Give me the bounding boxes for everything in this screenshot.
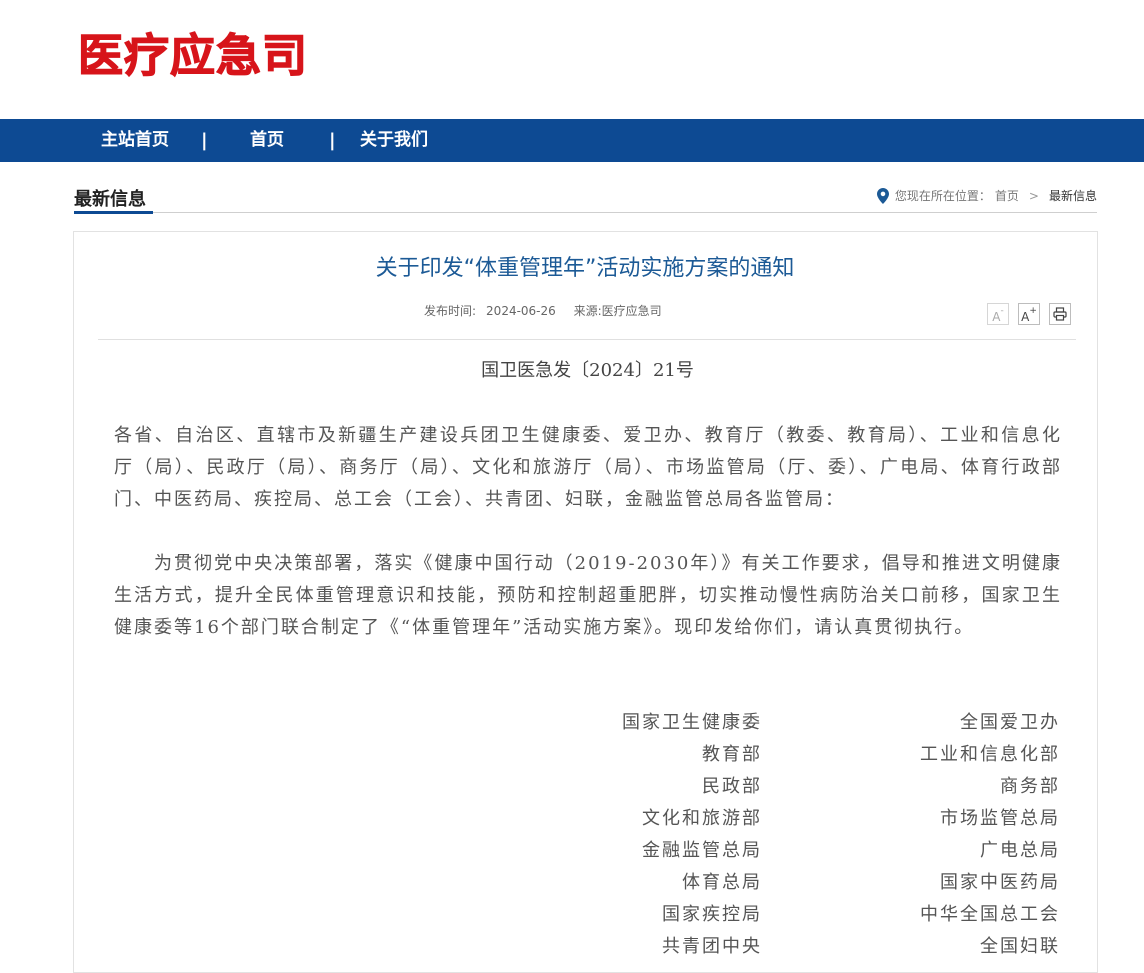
breadcrumb-current: 最新信息 bbox=[1048, 189, 1097, 203]
signatory: 国家疾控局 bbox=[662, 904, 762, 925]
signatory: 工业和信息化部 bbox=[920, 744, 1060, 765]
plus-sign: + bbox=[1029, 306, 1037, 316]
breadcrumb-prefix: 您现在所在位置： bbox=[894, 189, 991, 203]
site-logo[interactable]: 医疗应急司 bbox=[77, 29, 308, 82]
signatory: 文化和旅游部 bbox=[642, 808, 762, 829]
signatory: 共青团中央 bbox=[662, 936, 762, 957]
meta-divider bbox=[98, 339, 1076, 340]
signatory: 市场监管总局 bbox=[940, 808, 1060, 829]
breadcrumb: 您现在所在位置： 首页 > 最新信息 bbox=[876, 186, 1097, 206]
article-meta: 发布时间: 2024-06-26 来源:医疗应急司 bbox=[424, 303, 662, 319]
signatory: 体育总局 bbox=[682, 872, 762, 893]
publish-date: 2024-06-26 bbox=[486, 304, 556, 318]
site-header: 医疗应急司 bbox=[0, 0, 1144, 119]
signatory: 广电总局 bbox=[980, 840, 1060, 861]
signatories-left: 国家卫生健康委 教育部 民政部 文化和旅游部 金融监管总局 体育总局 国家疾控局… bbox=[622, 707, 762, 963]
document-number: 国卫医急发〔2024〕21号 bbox=[481, 360, 694, 381]
signatories-right: 全国爱卫办 工业和信息化部 商务部 市场监管总局 广电总局 国家中医药局 中华全… bbox=[920, 707, 1060, 963]
signatory: 全国爱卫办 bbox=[960, 712, 1060, 733]
printer-icon bbox=[1053, 307, 1067, 321]
nav-item-about-us[interactable]: 关于我们 bbox=[360, 119, 428, 162]
signatory: 国家中医药局 bbox=[940, 872, 1060, 893]
article-title: 关于印发“体重管理年”活动实施方案的通知 bbox=[375, 256, 795, 281]
main-nav: 主站首页 | 首页 | 关于我们 bbox=[0, 119, 1144, 162]
signatory: 中华全国总工会 bbox=[920, 904, 1060, 925]
signatory: 民政部 bbox=[702, 776, 762, 797]
section-title-underline bbox=[74, 211, 153, 214]
font-larger-button[interactable]: A+ bbox=[1018, 303, 1040, 325]
nav-item-main-home[interactable]: 主站首页 bbox=[101, 119, 169, 162]
source-value: 医疗应急司 bbox=[601, 304, 662, 318]
chevron-right-icon: > bbox=[1028, 189, 1039, 203]
signatory: 金融监管总局 bbox=[642, 840, 762, 861]
section-divider bbox=[74, 212, 1097, 213]
nav-separator: | bbox=[329, 130, 336, 151]
source-label: 来源: bbox=[573, 304, 602, 318]
nav-separator: | bbox=[201, 130, 208, 151]
signatory: 国家卫生健康委 bbox=[622, 712, 762, 733]
addressee-paragraph: 各省、自治区、直辖市及新疆生产建设兵团卫生健康委、爱卫办、教育厅（教委、教育局）… bbox=[114, 425, 1062, 510]
breadcrumb-home-link[interactable]: 首页 bbox=[995, 186, 1019, 206]
location-pin-icon bbox=[876, 188, 889, 204]
nav-item-home[interactable]: 首页 bbox=[250, 119, 284, 162]
publish-label: 发布时间: bbox=[424, 304, 477, 318]
main-paragraph: 为贯彻党中央决策部署，落实《健康中国行动（2019-2030年）》有关工作要求，… bbox=[114, 553, 1062, 638]
minus-sign: - bbox=[1000, 306, 1004, 316]
signatory: 商务部 bbox=[1000, 776, 1060, 797]
signatory: 教育部 bbox=[702, 744, 762, 765]
section-title: 最新信息 bbox=[74, 189, 146, 210]
font-smaller-button[interactable]: A- bbox=[987, 303, 1009, 325]
signatory: 全国妇联 bbox=[980, 936, 1060, 957]
print-button[interactable] bbox=[1049, 303, 1071, 325]
